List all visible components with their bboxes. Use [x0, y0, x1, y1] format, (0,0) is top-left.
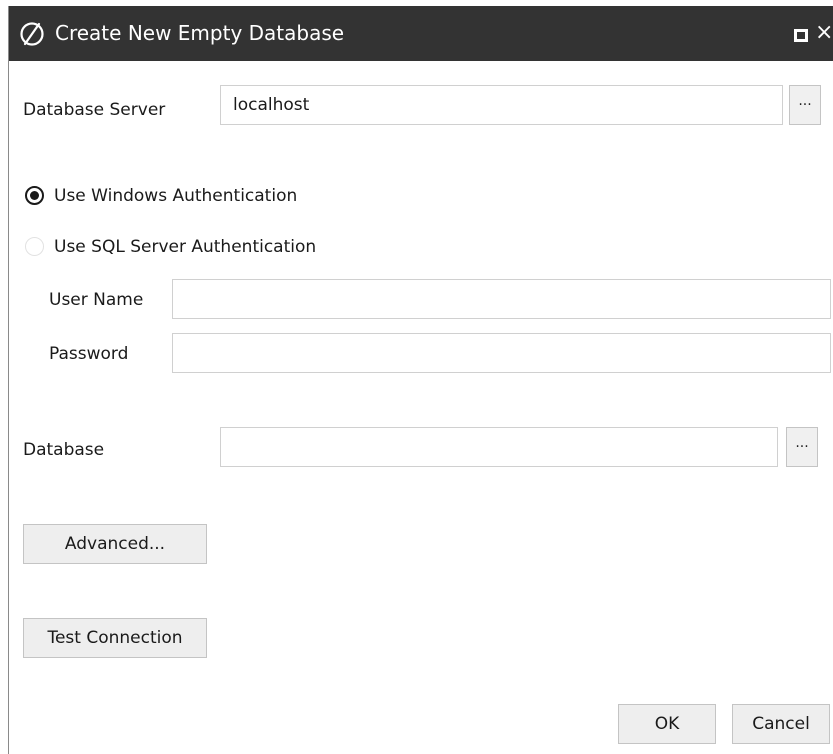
user-name-label: User Name [49, 290, 144, 310]
database-input[interactable] [220, 427, 778, 467]
maximize-icon[interactable] [794, 29, 808, 42]
window-title: Create New Empty Database [55, 21, 345, 45]
advanced-button[interactable]: Advanced... [23, 524, 207, 564]
cancel-button[interactable]: Cancel [732, 704, 830, 744]
windows-auth-label[interactable]: Use Windows Authentication [54, 185, 297, 207]
windows-auth-radio[interactable] [25, 186, 44, 205]
database-browse-button[interactable]: ... [786, 427, 818, 467]
database-label: Database [23, 440, 105, 460]
close-icon[interactable]: × [815, 20, 833, 46]
sql-auth-radio[interactable] [25, 237, 44, 256]
ok-button[interactable]: OK [618, 704, 716, 744]
test-connection-button[interactable]: Test Connection [23, 618, 207, 658]
database-app-icon [20, 22, 44, 46]
password-input[interactable] [172, 333, 831, 373]
create-database-dialog: Create New Empty Database × Database Ser… [8, 6, 833, 754]
password-label: Password [49, 344, 129, 364]
user-name-input[interactable] [172, 279, 831, 319]
sql-auth-label[interactable]: Use SQL Server Authentication [54, 236, 316, 258]
database-server-input[interactable]: localhost [220, 85, 783, 125]
database-server-label: Database Server [23, 100, 166, 120]
title-bar[interactable]: Create New Empty Database × [9, 6, 833, 61]
database-server-browse-button[interactable]: ... [789, 85, 821, 125]
